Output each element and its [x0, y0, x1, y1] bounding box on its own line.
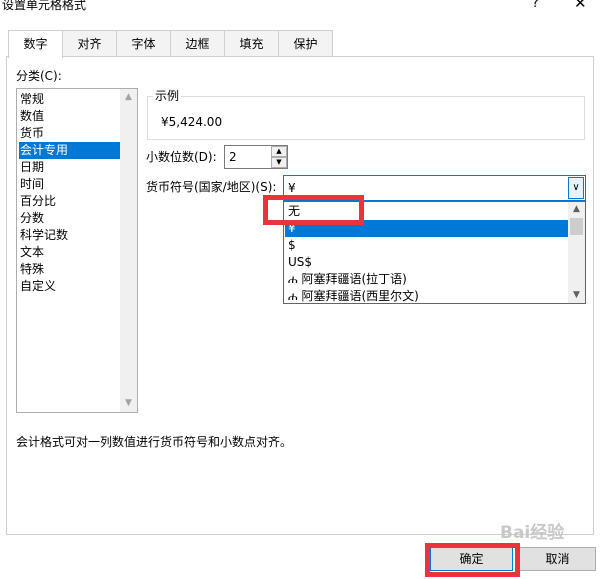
- sample-value: ¥5,424.00: [161, 115, 223, 129]
- category-item[interactable]: 货币: [19, 125, 121, 142]
- tab-alignment[interactable]: 对齐: [62, 30, 117, 57]
- scroll-thumb[interactable]: [570, 218, 583, 235]
- category-item[interactable]: 常规: [19, 91, 121, 108]
- currency-symbol-label: 货币符号(国家/地区)(S):: [146, 180, 277, 194]
- category-item[interactable]: 日期: [19, 159, 121, 176]
- category-item[interactable]: 分数: [19, 210, 121, 227]
- currency-option[interactable]: US$: [285, 254, 569, 271]
- category-list[interactable]: 常规 数值 货币 会计专用 日期 时间 百分比 分数 科学记数 文本 特殊 自定…: [16, 88, 138, 413]
- currency-selected-value: ¥: [288, 181, 296, 195]
- category-item[interactable]: 特殊: [19, 261, 121, 278]
- category-item[interactable]: 文本: [19, 244, 121, 261]
- decimal-places-label: 小数位数(D):: [146, 150, 217, 164]
- tab-border[interactable]: 边框: [170, 30, 225, 57]
- currency-option[interactable]: $: [285, 237, 569, 254]
- currency-option[interactable]: ሐ 阿塞拜疆语(西里尔文): [285, 288, 569, 305]
- category-item-selected[interactable]: 会计专用: [19, 142, 121, 159]
- chevron-down-icon[interactable]: ∨: [568, 177, 584, 199]
- spin-down-icon[interactable]: ▼: [271, 157, 287, 168]
- annotation-highlight-ok-button: [425, 543, 520, 577]
- annotation-highlight-none-option: [263, 195, 364, 225]
- help-button[interactable]: ?: [532, 0, 539, 12]
- category-scrollbar[interactable]: ▲ ▼: [120, 89, 137, 412]
- sample-title: 示例: [153, 88, 182, 104]
- category-item[interactable]: 自定义: [19, 278, 121, 295]
- decimal-spinner[interactable]: ▲ ▼: [271, 146, 287, 168]
- spin-up-icon[interactable]: ▲: [271, 146, 287, 157]
- close-button[interactable]: ✕: [574, 0, 587, 11]
- scroll-down-icon[interactable]: ▼: [568, 288, 585, 303]
- tab-protection[interactable]: 保护: [278, 30, 333, 57]
- tab-number[interactable]: 数字: [8, 30, 63, 58]
- currency-option[interactable]: ሐ 阿塞拜疆语(拉丁语): [285, 271, 569, 288]
- watermark: Bai经验: [500, 523, 565, 543]
- category-label: 分类(C):: [16, 69, 62, 83]
- format-description: 会计格式可对一列数值进行货币符号和小数点对齐。: [16, 435, 293, 449]
- tab-font[interactable]: 字体: [116, 30, 171, 57]
- category-item[interactable]: 百分比: [19, 193, 121, 210]
- category-item[interactable]: 时间: [19, 176, 121, 193]
- category-item[interactable]: 数值: [19, 108, 121, 125]
- title-bar: 设置单元格格式 ? ✕: [0, 0, 602, 16]
- scroll-up-icon[interactable]: ▲: [120, 89, 137, 106]
- scroll-up-icon[interactable]: ▲: [568, 202, 585, 217]
- cancel-button[interactable]: 取消: [519, 547, 596, 571]
- scroll-down-icon[interactable]: ▼: [120, 395, 137, 412]
- currency-scrollbar[interactable]: ▲ ▼: [568, 202, 585, 303]
- dialog-title: 设置单元格格式: [2, 0, 87, 12]
- tab-fill[interactable]: 填充: [224, 30, 279, 57]
- category-item[interactable]: 科学记数: [19, 227, 121, 244]
